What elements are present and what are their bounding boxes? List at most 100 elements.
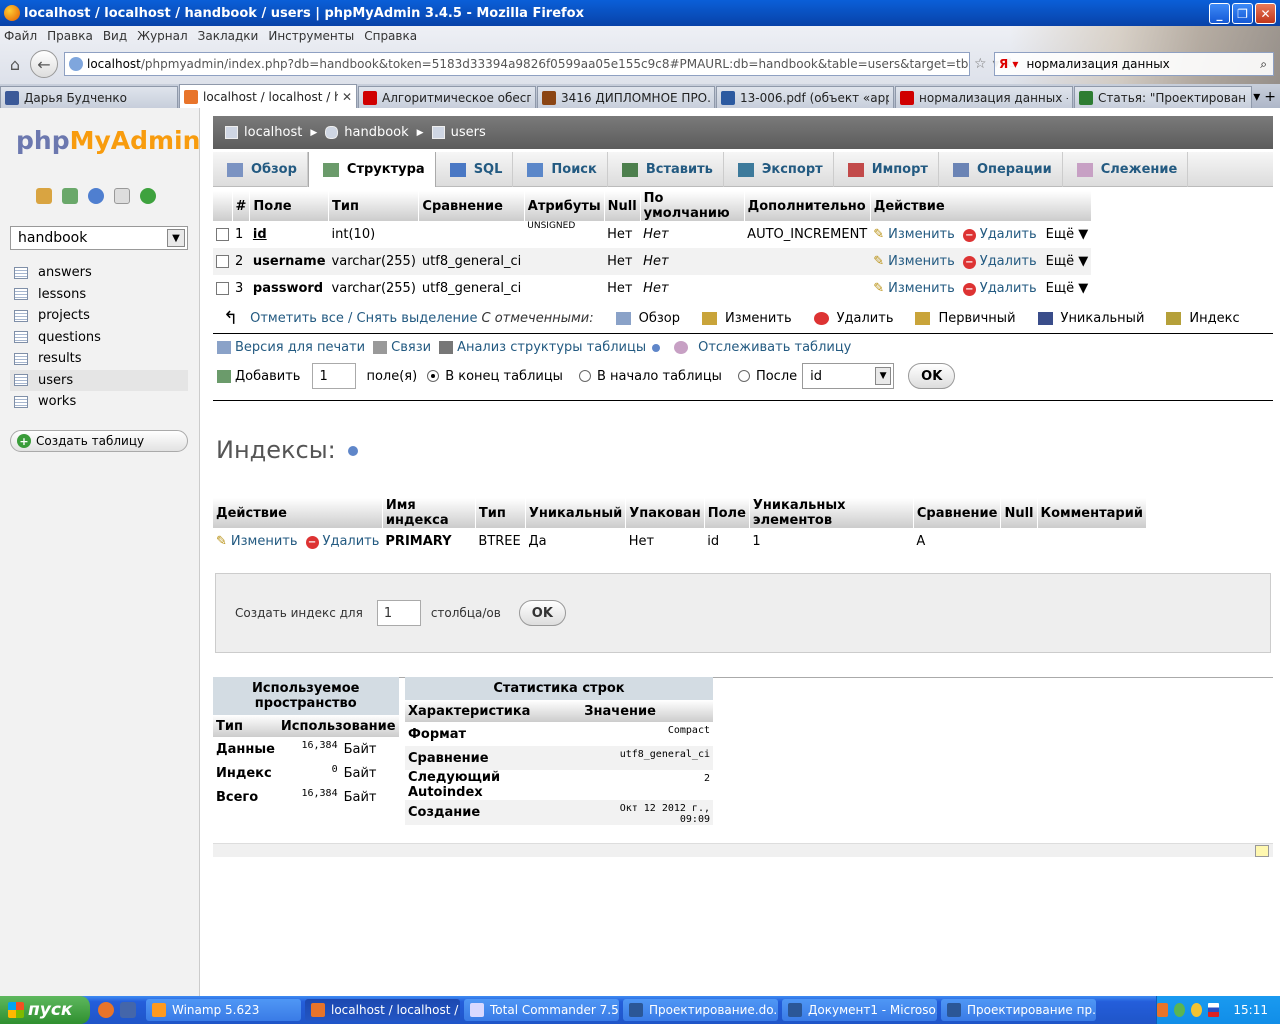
radio-start-of-table[interactable] <box>578 370 591 382</box>
table-icon[interactable] <box>14 309 28 322</box>
menu-item[interactable]: Вид <box>103 29 127 43</box>
sidebar-item-works[interactable]: works <box>10 391 188 413</box>
edit-index-link[interactable]: Изменить <box>231 534 298 549</box>
more-actions-button[interactable]: Ещё ▼ <box>1046 281 1089 296</box>
browser-tab[interactable]: localhost / localhost / han... ✕ <box>179 84 357 108</box>
print-view-link[interactable]: Версия для печати <box>217 340 365 355</box>
column-header[interactable]: Null <box>604 191 641 221</box>
tray-app-icon[interactable] <box>1157 1003 1169 1017</box>
track-table-link[interactable]: Отслеживать таблицу <box>674 340 851 355</box>
back-button[interactable]: ← <box>30 50 58 78</box>
tab-5[interactable]: Экспорт <box>724 152 834 187</box>
browser-tab[interactable]: 13-006.pdf (объект «appli... <box>716 86 894 108</box>
delete-index-link[interactable]: Удалить <box>323 534 380 549</box>
table-icon[interactable] <box>14 331 28 344</box>
menu-item[interactable]: Журнал <box>137 29 188 43</box>
add-field-ok-button[interactable]: OK <box>908 363 956 389</box>
table-icon[interactable] <box>14 266 28 279</box>
start-button[interactable]: пуск <box>0 996 90 1024</box>
tab-4[interactable]: Вставить <box>608 152 724 187</box>
tab-list-icon[interactable]: ▾ <box>1253 89 1260 105</box>
breadcrumb-server[interactable]: localhost <box>244 125 302 140</box>
table-icon[interactable] <box>14 374 28 387</box>
table-icon[interactable] <box>14 352 28 365</box>
tab-3[interactable]: Поиск <box>513 152 608 187</box>
site-identity-icon[interactable] <box>69 57 83 71</box>
tab-8[interactable]: Слежение <box>1063 152 1189 187</box>
bookmark-star-icon[interactable]: ☆ <box>974 56 987 72</box>
browser-tab[interactable]: нормализация данных – ... <box>895 86 1073 108</box>
yandex-icon[interactable]: Я ▾ <box>999 57 1018 71</box>
tab-7[interactable]: Операции <box>939 152 1063 187</box>
breadcrumb-table[interactable]: users <box>451 125 486 140</box>
edit-field-link[interactable]: Изменить <box>888 254 955 269</box>
bulk-op-1[interactable]: Изменить <box>701 311 792 326</box>
url-bar[interactable]: localhost/phpmyadmin/index.php?db=handbo… <box>64 52 970 76</box>
maximize-button[interactable]: ❐ <box>1232 3 1253 24</box>
table-icon[interactable] <box>14 288 28 301</box>
after-column-select[interactable]: id ▼ <box>802 363 895 389</box>
analyze-structure-link[interactable]: Анализ структуры таблицы <box>439 340 661 355</box>
sidebar-item-lessons[interactable]: lessons <box>10 284 188 306</box>
docs-icon[interactable] <box>114 188 130 204</box>
home-icon[interactable]: ⌂ <box>4 53 26 75</box>
column-header[interactable]: Поле <box>249 191 330 221</box>
browser-tab[interactable]: Статья: "Проектировани... <box>1074 86 1252 108</box>
bulk-op-3[interactable]: Первичный <box>915 311 1016 326</box>
chevron-down-icon[interactable]: ▼ <box>167 229 185 247</box>
create-table-button[interactable]: + Создать таблицу <box>10 430 188 452</box>
browser-tab[interactable]: 3416 ДИПЛОМНОЕ ПРО... <box>537 86 715 108</box>
column-header[interactable]: Сравнение <box>418 191 525 221</box>
taskbar-button[interactable]: Документ1 - Microso... <box>782 999 937 1021</box>
close-window-button[interactable]: ✕ <box>1255 3 1276 24</box>
row-checkbox[interactable] <box>216 228 229 241</box>
search-icon[interactable]: ⌕ <box>1260 57 1267 72</box>
help-icon[interactable] <box>88 188 104 204</box>
database-select[interactable]: handbook ▼ <box>10 226 188 250</box>
browser-tab[interactable]: Алгоритмическое обеспе... <box>358 86 536 108</box>
search-bar[interactable]: Я ▾ нормализация данных ⌕ <box>994 52 1274 76</box>
more-actions-button[interactable]: Ещё ▼ <box>1046 227 1089 242</box>
column-header[interactable]: Тип <box>328 191 420 221</box>
breadcrumb-db[interactable]: handbook <box>344 125 408 140</box>
sidebar-item-projects[interactable]: projects <box>10 305 188 327</box>
menu-item[interactable]: Справка <box>364 29 417 43</box>
browser-tab[interactable]: Дарья Будченко <box>0 86 178 108</box>
total-commander-icon[interactable] <box>120 1002 136 1018</box>
edit-field-link[interactable]: Изменить <box>888 281 955 296</box>
reload-icon[interactable] <box>140 188 156 204</box>
sidebar-item-results[interactable]: results <box>10 348 188 370</box>
delete-field-link[interactable]: Удалить <box>980 254 1037 269</box>
field-name[interactable]: id <box>250 221 329 248</box>
menu-item[interactable]: Файл <box>4 29 37 43</box>
delete-field-link[interactable]: Удалить <box>980 281 1037 296</box>
menu-item[interactable]: Закладки <box>198 29 259 43</box>
help-icon[interactable] <box>347 446 358 456</box>
tab-1[interactable]: Структура <box>307 152 436 187</box>
tray-network-icon[interactable] <box>1174 1003 1186 1017</box>
edit-field-link[interactable]: Изменить <box>888 227 955 242</box>
menu-item[interactable]: Правка <box>47 29 93 43</box>
column-header[interactable]: Дополнительно <box>744 191 871 221</box>
field-name[interactable]: password <box>250 275 329 302</box>
bulk-op-4[interactable]: Уникальный <box>1037 311 1144 326</box>
taskbar-button[interactable]: localhost / localhost / ... <box>305 999 460 1021</box>
sidebar-item-answers[interactable]: answers <box>10 262 188 284</box>
bulk-op-2[interactable]: Удалить <box>813 311 893 326</box>
row-checkbox[interactable] <box>216 282 229 295</box>
column-header[interactable]: По умолчанию <box>640 191 745 221</box>
radio-end-of-table[interactable] <box>427 370 440 382</box>
relations-link[interactable]: Связи <box>373 340 431 355</box>
radio-after-column[interactable] <box>737 370 750 382</box>
exit-icon[interactable] <box>62 188 78 204</box>
tab-2[interactable]: SQL <box>436 152 514 187</box>
firefox-icon[interactable] <box>98 1002 114 1018</box>
taskbar-button[interactable]: Проектирование пр... <box>941 999 1096 1021</box>
taskbar-button[interactable]: Total Commander 7.5... <box>464 999 619 1021</box>
close-tab-icon[interactable]: ✕ <box>342 90 352 104</box>
row-checkbox[interactable] <box>216 255 229 268</box>
help-icon[interactable] <box>652 343 661 352</box>
tray-smile-icon[interactable] <box>1191 1003 1203 1017</box>
home-icon[interactable] <box>36 188 52 204</box>
bulk-op-5[interactable]: Индекс <box>1166 311 1240 326</box>
